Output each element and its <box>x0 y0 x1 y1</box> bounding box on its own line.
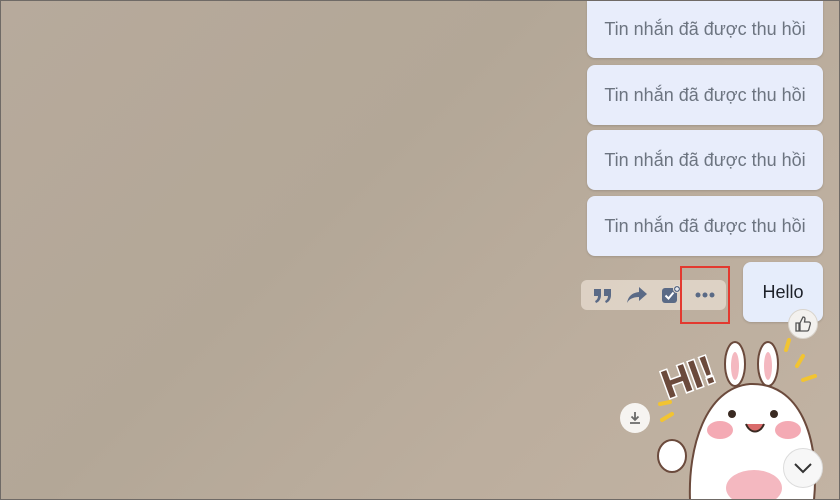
pin-task-icon <box>662 285 681 303</box>
recalled-message[interactable]: Tin nhắn đã được thu hồi <box>587 0 823 58</box>
sticker-hi-text: HI! <box>656 348 721 408</box>
annotation-highlight-box <box>680 266 730 324</box>
recalled-message-text: Tin nhắn đã được thu hồi <box>604 215 806 236</box>
recalled-message[interactable]: Tin nhắn đã được thu hồi <box>587 65 823 125</box>
forward-icon <box>627 287 647 303</box>
recalled-message-text: Tin nhắn đã được thu hồi <box>604 149 806 170</box>
download-icon <box>630 412 640 424</box>
download-button[interactable] <box>620 403 650 433</box>
quote-icon <box>594 289 611 303</box>
chevron-down-icon <box>794 463 812 474</box>
recalled-message-text: Tin nhắn đã được thu hồi <box>604 84 806 105</box>
recalled-message-text: Tin nhắn đã được thu hồi <box>604 18 806 39</box>
react-like-button[interactable] <box>788 309 818 339</box>
reply-quote-button[interactable] <box>589 281 617 309</box>
forward-button[interactable] <box>623 281 651 309</box>
message-text: Hello <box>762 281 804 302</box>
scroll-to-bottom-button[interactable] <box>783 448 823 488</box>
thumbs-up-icon <box>795 316 812 332</box>
recalled-message[interactable]: Tin nhắn đã được thu hồi <box>587 196 823 256</box>
recalled-message[interactable]: Tin nhắn đã được thu hồi <box>587 130 823 190</box>
